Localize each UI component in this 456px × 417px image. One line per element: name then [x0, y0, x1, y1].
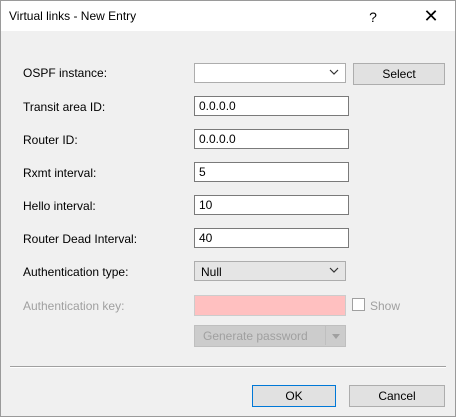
authentication-type-value: Null: [201, 265, 222, 279]
ospf-instance-dropdown[interactable]: [194, 63, 346, 83]
generate-password-button: Generate password: [194, 325, 346, 347]
show-label: Show: [370, 299, 401, 313]
cancel-button-label: Cancel: [378, 389, 416, 403]
transit-area-id-label: Transit area ID:: [23, 100, 106, 114]
select-button[interactable]: Select: [353, 63, 445, 85]
hello-interval-input[interactable]: 10: [194, 195, 349, 215]
dialog-title: Virtual links - New Entry: [9, 9, 137, 23]
router-dead-interval-label: Router Dead Interval:: [23, 232, 138, 246]
hello-interval-label: Hello interval:: [23, 199, 96, 213]
generate-password-label: Generate password: [203, 329, 308, 343]
router-dead-interval-input[interactable]: 40: [194, 228, 349, 248]
authentication-type-dropdown[interactable]: Null: [194, 261, 346, 281]
router-id-label: Router ID:: [23, 133, 78, 147]
authentication-key-label: Authentication key:: [23, 299, 125, 313]
show-checkbox: [352, 298, 365, 311]
chevron-down-icon: [329, 66, 339, 80]
chevron-down-icon: [329, 264, 339, 278]
chevron-down-icon: [331, 327, 341, 348]
separator: [10, 366, 446, 368]
router-id-input[interactable]: 0.0.0.0: [194, 129, 349, 149]
ospf-instance-label: OSPF instance:: [23, 66, 108, 80]
dialog: Virtual links - New Entry ? ✕ OSPF insta…: [0, 0, 456, 417]
ok-button-label: OK: [285, 389, 303, 403]
title-bar: Virtual links - New Entry ? ✕: [1, 1, 455, 31]
authentication-key-input: [194, 295, 346, 316]
ok-button[interactable]: OK: [252, 385, 336, 407]
rxmt-interval-label: Rxmt interval:: [23, 166, 97, 180]
select-button-label: Select: [382, 67, 416, 81]
rxmt-interval-input[interactable]: 5: [194, 162, 349, 182]
close-button[interactable]: ✕: [419, 5, 443, 27]
transit-area-id-input[interactable]: 0.0.0.0: [194, 96, 349, 116]
authentication-type-label: Authentication type:: [23, 265, 129, 279]
help-button[interactable]: ?: [361, 6, 385, 28]
cancel-button[interactable]: Cancel: [349, 385, 445, 407]
split-divider: [325, 325, 326, 345]
